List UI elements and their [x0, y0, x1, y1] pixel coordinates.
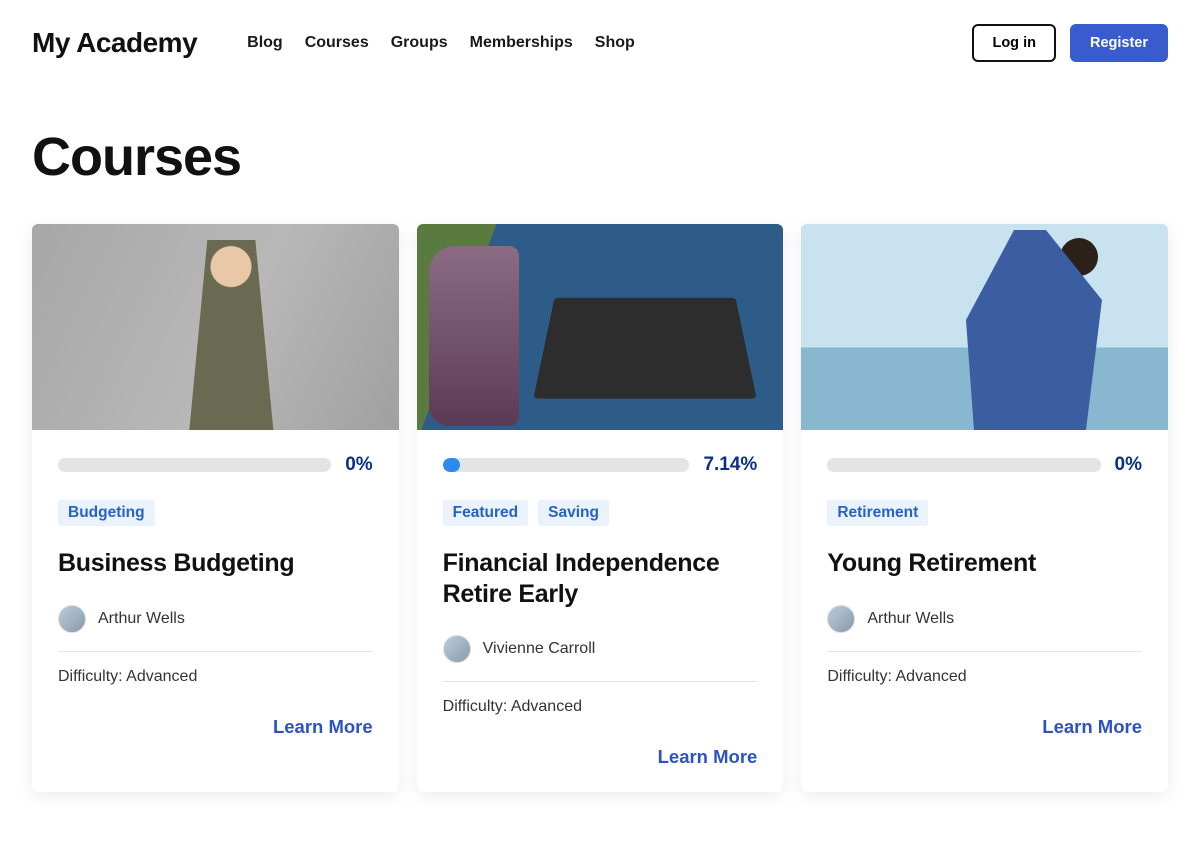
- auth-buttons: Log in Register: [972, 24, 1168, 62]
- nav-groups[interactable]: Groups: [391, 34, 448, 52]
- course-card[interactable]: 0% Retirement Young Retirement Arthur We…: [801, 224, 1168, 792]
- brand-logo[interactable]: My Academy: [32, 27, 197, 59]
- course-author[interactable]: Arthur Wells: [827, 605, 1142, 633]
- author-name: Vivienne Carroll: [483, 640, 596, 658]
- course-card[interactable]: 0% Budgeting Business Budgeting Arthur W…: [32, 224, 399, 792]
- learn-more-link[interactable]: Learn More: [443, 746, 758, 768]
- course-tag[interactable]: Retirement: [827, 500, 928, 526]
- main-nav: Blog Courses Groups Memberships Shop: [247, 34, 922, 52]
- nav-courses[interactable]: Courses: [305, 34, 369, 52]
- course-author[interactable]: Arthur Wells: [58, 605, 373, 633]
- course-difficulty: Difficulty: Advanced: [58, 668, 373, 686]
- register-button[interactable]: Register: [1070, 24, 1168, 62]
- divider: [827, 651, 1142, 652]
- course-tag[interactable]: Featured: [443, 500, 528, 526]
- nav-memberships[interactable]: Memberships: [470, 34, 573, 52]
- learn-more-link[interactable]: Learn More: [827, 716, 1142, 738]
- course-tag[interactable]: Saving: [538, 500, 609, 526]
- nav-blog[interactable]: Blog: [247, 34, 283, 52]
- progress-percent: 0%: [345, 454, 372, 476]
- progress-bar: [443, 458, 690, 472]
- progress-bar: [58, 458, 331, 472]
- nav-shop[interactable]: Shop: [595, 34, 635, 52]
- login-button[interactable]: Log in: [972, 24, 1056, 62]
- course-difficulty: Difficulty: Advanced: [827, 668, 1142, 686]
- course-difficulty: Difficulty: Advanced: [443, 698, 758, 716]
- course-title: Business Budgeting: [58, 548, 373, 579]
- course-image: [32, 224, 399, 430]
- author-name: Arthur Wells: [98, 610, 185, 628]
- course-author[interactable]: Vivienne Carroll: [443, 635, 758, 663]
- course-image: [801, 224, 1168, 430]
- progress-percent: 7.14%: [703, 454, 757, 476]
- course-card[interactable]: 7.14% Featured Saving Financial Independ…: [417, 224, 784, 792]
- progress-percent: 0%: [1115, 454, 1142, 476]
- divider: [443, 681, 758, 682]
- divider: [58, 651, 373, 652]
- author-avatar-icon: [58, 605, 86, 633]
- author-avatar-icon: [443, 635, 471, 663]
- course-title: Young Retirement: [827, 548, 1142, 579]
- progress-fill: [443, 458, 461, 472]
- progress-bar: [827, 458, 1100, 472]
- author-avatar-icon: [827, 605, 855, 633]
- course-image: [417, 224, 784, 430]
- course-tag[interactable]: Budgeting: [58, 500, 155, 526]
- course-title: Financial Independence Retire Early: [443, 548, 758, 609]
- learn-more-link[interactable]: Learn More: [58, 716, 373, 738]
- course-grid: 0% Budgeting Business Budgeting Arthur W…: [32, 224, 1168, 792]
- author-name: Arthur Wells: [867, 610, 954, 628]
- page-title: Courses: [32, 126, 1168, 188]
